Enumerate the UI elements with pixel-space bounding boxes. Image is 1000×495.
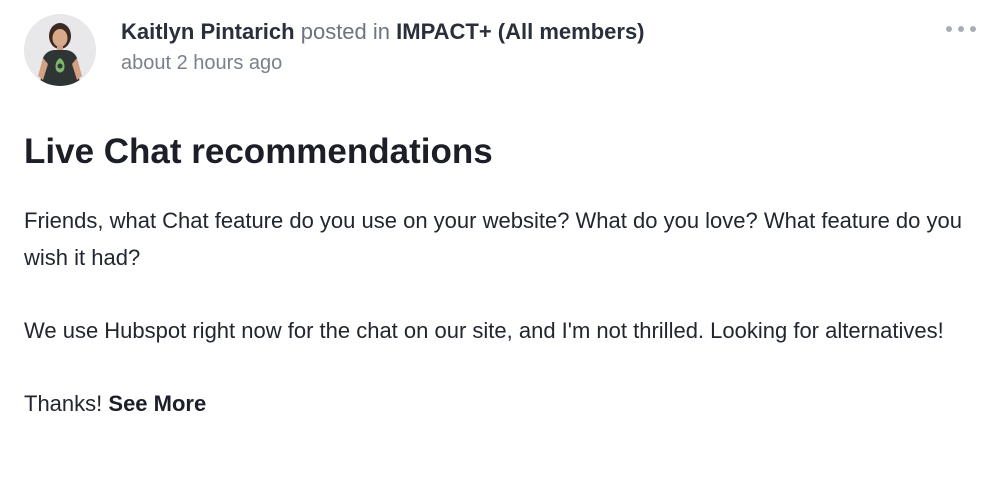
post-title[interactable]: Live Chat recommendations — [24, 130, 493, 174]
post-closing-text: Thanks! — [24, 391, 103, 416]
avatar[interactable] — [24, 14, 96, 86]
post-closing-line: Thanks! See More — [24, 385, 974, 422]
post-body: Friends, what Chat feature do you use on… — [24, 202, 974, 422]
more-options-button[interactable] — [946, 18, 976, 40]
more-horizontal-icon — [946, 26, 952, 32]
see-more-link[interactable]: See More — [108, 391, 206, 416]
more-horizontal-icon-dot — [970, 26, 976, 32]
author-name-link[interactable]: Kaitlyn Pintarich — [121, 19, 295, 44]
post-card: Kaitlyn Pintarich posted in IMPACT+ (All… — [0, 0, 1000, 495]
post-meta: Kaitlyn Pintarich posted in IMPACT+ (All… — [121, 17, 920, 77]
group-name-link[interactable]: IMPACT+ (All members) — [396, 19, 644, 44]
more-horizontal-icon-dot — [958, 26, 964, 32]
posted-in-text: posted in — [300, 19, 391, 44]
post-paragraph: We use Hubspot right now for the chat on… — [24, 318, 944, 343]
avatar-image — [24, 14, 96, 86]
post-timestamp[interactable]: about 2 hours ago — [121, 49, 920, 77]
author-line: Kaitlyn Pintarich posted in IMPACT+ (All… — [121, 17, 920, 47]
post-paragraph: Friends, what Chat feature do you use on… — [24, 208, 962, 270]
